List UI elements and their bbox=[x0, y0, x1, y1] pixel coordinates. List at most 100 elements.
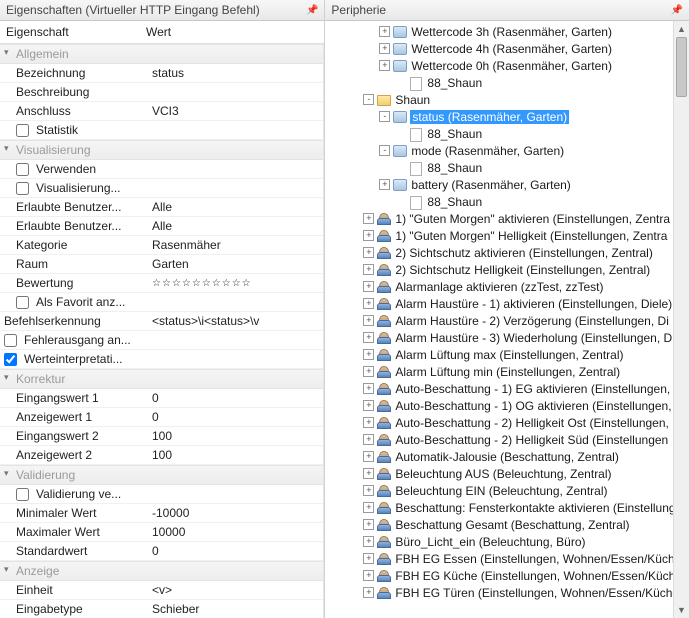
property-value[interactable]: Schieber bbox=[148, 602, 323, 616]
property-row[interactable]: Fehlerausgang an... bbox=[0, 331, 323, 350]
expand-icon[interactable]: + bbox=[363, 587, 374, 598]
expand-icon[interactable]: + bbox=[363, 298, 374, 309]
property-value[interactable]: status bbox=[148, 66, 323, 80]
property-checkbox[interactable] bbox=[16, 296, 29, 309]
property-row[interactable]: Maximaler Wert10000 bbox=[0, 523, 323, 542]
pin-icon[interactable]: 📌 bbox=[306, 5, 318, 16]
category-allgemein[interactable]: Allgemein bbox=[0, 44, 323, 64]
property-value[interactable]: ☆☆☆☆☆☆☆☆☆☆ bbox=[148, 278, 323, 289]
property-checkbox[interactable] bbox=[16, 163, 29, 176]
expand-icon[interactable]: + bbox=[363, 383, 374, 394]
expand-icon[interactable]: + bbox=[363, 468, 374, 479]
expand-icon[interactable]: + bbox=[363, 400, 374, 411]
property-row[interactable]: Erlaubte Benutzer...Alle bbox=[0, 198, 323, 217]
collapse-icon[interactable]: - bbox=[363, 94, 374, 105]
collapse-icon[interactable]: - bbox=[379, 111, 390, 122]
tree-node[interactable]: +battery (Rasenmäher, Garten) bbox=[325, 176, 689, 193]
property-row[interactable]: Erlaubte Benutzer...Alle bbox=[0, 217, 323, 236]
property-value[interactable]: Garten bbox=[148, 257, 323, 271]
tree-node[interactable]: +FBH EG Essen (Einstellungen, Wohnen/Ess… bbox=[325, 550, 689, 567]
tree-node[interactable]: 88_Shaun bbox=[325, 125, 689, 142]
tree-node[interactable]: +1) "Guten Morgen" Helligkeit (Einstellu… bbox=[325, 227, 689, 244]
scroll-down-icon[interactable]: ▼ bbox=[674, 602, 689, 618]
property-value[interactable]: 100 bbox=[148, 429, 323, 443]
scroll-up-icon[interactable]: ▲ bbox=[674, 21, 689, 37]
property-row[interactable]: Eingangswert 2100 bbox=[0, 427, 323, 446]
property-row[interactable]: AnschlussVCI3 bbox=[0, 102, 323, 121]
expand-icon[interactable]: + bbox=[363, 485, 374, 496]
property-row[interactable]: Anzeigewert 10 bbox=[0, 408, 323, 427]
tree-node[interactable]: -mode (Rasenmäher, Garten) bbox=[325, 142, 689, 159]
property-row[interactable]: Validierung ve... bbox=[0, 485, 323, 504]
expand-icon[interactable]: + bbox=[363, 553, 374, 564]
tree-node[interactable]: -status (Rasenmäher, Garten) bbox=[325, 108, 689, 125]
category-validierung[interactable]: Validierung bbox=[0, 465, 323, 485]
property-value[interactable]: <v> bbox=[148, 583, 323, 597]
tree-node[interactable]: -Shaun bbox=[325, 91, 689, 108]
property-value[interactable]: Rasenmäher bbox=[148, 238, 323, 252]
pin-icon[interactable]: 📌 bbox=[671, 5, 683, 16]
tree-node[interactable]: +Beschattung Gesamt (Beschattung, Zentra… bbox=[325, 516, 689, 533]
expand-icon[interactable]: + bbox=[363, 349, 374, 360]
tree-node[interactable]: +Beschattung: Fensterkontakte aktivieren… bbox=[325, 499, 689, 516]
property-value[interactable]: VCI3 bbox=[148, 104, 323, 118]
expand-icon[interactable]: + bbox=[363, 434, 374, 445]
property-row[interactable]: Beschreibung bbox=[0, 83, 323, 102]
property-row[interactable]: KategorieRasenmäher bbox=[0, 236, 323, 255]
category-korrektur[interactable]: Korrektur bbox=[0, 369, 323, 389]
property-row[interactable]: Eingangswert 10 bbox=[0, 389, 323, 408]
tree-node[interactable]: +Auto-Beschattung - 1) OG aktivieren (Ei… bbox=[325, 397, 689, 414]
expand-icon[interactable]: + bbox=[363, 247, 374, 258]
tree-node[interactable]: +FBH EG Küche (Einstellungen, Wohnen/Ess… bbox=[325, 567, 689, 584]
tree-node[interactable]: 88_Shaun bbox=[325, 74, 689, 91]
tree-node[interactable]: +Alarm Haustüre - 3) Wiederholung (Einst… bbox=[325, 329, 689, 346]
property-row[interactable]: Bewertung☆☆☆☆☆☆☆☆☆☆ bbox=[0, 274, 323, 293]
property-checkbox[interactable] bbox=[16, 124, 29, 137]
tree-node[interactable]: 88_Shaun bbox=[325, 193, 689, 210]
property-row[interactable]: Minimaler Wert-10000 bbox=[0, 504, 323, 523]
tree-node[interactable]: +Wettercode 0h (Rasenmäher, Garten) bbox=[325, 57, 689, 74]
scrollbar[interactable]: ▲ ▼ bbox=[673, 21, 689, 618]
tree-node[interactable]: +Wettercode 3h (Rasenmäher, Garten) bbox=[325, 23, 689, 40]
tree-node[interactable]: +2) Sichtschutz aktivieren (Einstellunge… bbox=[325, 244, 689, 261]
expand-icon[interactable]: + bbox=[379, 179, 390, 190]
expand-icon[interactable]: + bbox=[363, 281, 374, 292]
property-checkbox[interactable] bbox=[4, 353, 17, 366]
property-row[interactable]: Anzeigewert 2100 bbox=[0, 446, 323, 465]
tree-node[interactable]: +Alarm Haustüre - 2) Verzögerung (Einste… bbox=[325, 312, 689, 329]
category-anzeige[interactable]: Anzeige bbox=[0, 561, 323, 581]
property-row[interactable]: Standardwert0 bbox=[0, 542, 323, 561]
tree-node[interactable]: +Beleuchtung EIN (Beleuchtung, Zentral) bbox=[325, 482, 689, 499]
property-value[interactable]: Alle bbox=[148, 219, 323, 233]
expand-icon[interactable]: + bbox=[363, 417, 374, 428]
tree-node[interactable]: +Auto-Beschattung - 1) EG aktivieren (Ei… bbox=[325, 380, 689, 397]
property-value[interactable]: 10000 bbox=[148, 525, 323, 539]
tree-node[interactable]: +Auto-Beschattung - 2) Helligkeit Süd (E… bbox=[325, 431, 689, 448]
expand-icon[interactable]: + bbox=[363, 315, 374, 326]
property-value[interactable]: 0 bbox=[148, 544, 323, 558]
tree-node[interactable]: +Alarm Lüftung min (Einstellungen, Zentr… bbox=[325, 363, 689, 380]
expand-icon[interactable]: + bbox=[363, 213, 374, 224]
expand-icon[interactable]: + bbox=[379, 60, 390, 71]
expand-icon[interactable]: + bbox=[363, 366, 374, 377]
property-value[interactable]: -10000 bbox=[148, 506, 323, 520]
tree-node[interactable]: +Wettercode 4h (Rasenmäher, Garten) bbox=[325, 40, 689, 57]
tree-node[interactable]: +FBH EG Türen (Einstellungen, Wohnen/Ess… bbox=[325, 584, 689, 601]
tree-node[interactable]: +Beleuchtung AUS (Beleuchtung, Zentral) bbox=[325, 465, 689, 482]
property-row[interactable]: Einheit<v> bbox=[0, 581, 323, 600]
category-visualisierung[interactable]: Visualisierung bbox=[0, 140, 323, 160]
tree-node[interactable]: +Alarmanlage aktivieren (zzTest, zzTest) bbox=[325, 278, 689, 295]
property-row[interactable]: Bezeichnungstatus bbox=[0, 64, 323, 83]
collapse-icon[interactable]: - bbox=[379, 145, 390, 156]
tree-node[interactable]: +Auto-Beschattung - 2) Helligkeit Ost (E… bbox=[325, 414, 689, 431]
tree-node[interactable]: +Alarm Haustüre - 1) aktivieren (Einstel… bbox=[325, 295, 689, 312]
property-checkbox[interactable] bbox=[16, 182, 29, 195]
expand-icon[interactable]: + bbox=[363, 536, 374, 547]
tree-node[interactable]: +Automatik-Jalousie (Beschattung, Zentra… bbox=[325, 448, 689, 465]
property-value[interactable]: Alle bbox=[148, 200, 323, 214]
property-value[interactable]: <status>\i<status>\v bbox=[148, 314, 323, 328]
property-row[interactable]: Verwenden bbox=[0, 160, 323, 179]
expand-icon[interactable]: + bbox=[379, 43, 390, 54]
tree-node[interactable]: +Alarm Lüftung max (Einstellungen, Zentr… bbox=[325, 346, 689, 363]
property-checkbox[interactable] bbox=[4, 334, 17, 347]
